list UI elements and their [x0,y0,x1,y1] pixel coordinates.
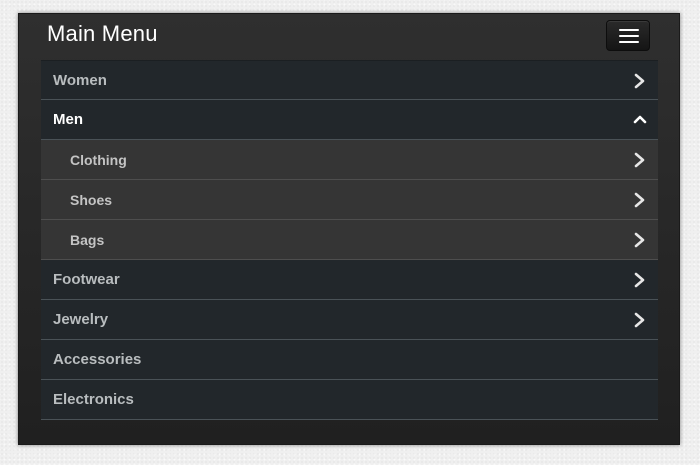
main-menu-list: Women Men Clothing Shoes Bags Footwear J… [41,60,658,420]
chevron-up-icon [633,115,647,124]
chevron-right-icon [634,152,645,168]
hamburger-menu-icon-bar [619,41,639,43]
menu-item-label: Men [53,111,83,128]
chevron-right-icon [634,232,645,248]
menu-item-label: Electronics [53,391,134,408]
menu-item-label: Shoes [70,192,113,208]
menu-item-label: Footwear [53,271,120,288]
submenu-item-clothing[interactable]: Clothing [41,140,658,180]
menu-item-label: Jewelry [53,311,109,328]
menu-item-label: Bags [70,232,105,248]
menu-item-jewelry[interactable]: Jewelry [41,300,658,340]
submenu-item-shoes[interactable]: Shoes [41,180,658,220]
menu-item-label: Clothing [70,152,127,168]
chevron-right-icon [634,272,645,288]
menu-item-label: Women [53,72,107,89]
menu-item-electronics[interactable]: Electronics [41,380,658,420]
submenu-item-bags[interactable]: Bags [41,220,658,260]
menu-header: Main Menu [19,14,679,58]
menu-toggle-button[interactable] [606,20,650,51]
chevron-right-icon [634,192,645,208]
menu-item-label: Accessories [53,351,142,368]
menu-item-footwear[interactable]: Footwear [41,260,658,300]
hamburger-menu-icon-bar [619,35,639,37]
hamburger-menu-icon [619,29,639,31]
menu-panel: Main Menu Women Men Clothing Shoes Bags … [18,13,680,445]
page-title: Main Menu [47,21,158,46]
menu-item-women[interactable]: Women [41,60,658,100]
chevron-right-icon [634,73,645,89]
menu-item-men[interactable]: Men [41,100,658,140]
chevron-right-icon [634,312,645,328]
menu-item-accessories[interactable]: Accessories [41,340,658,380]
